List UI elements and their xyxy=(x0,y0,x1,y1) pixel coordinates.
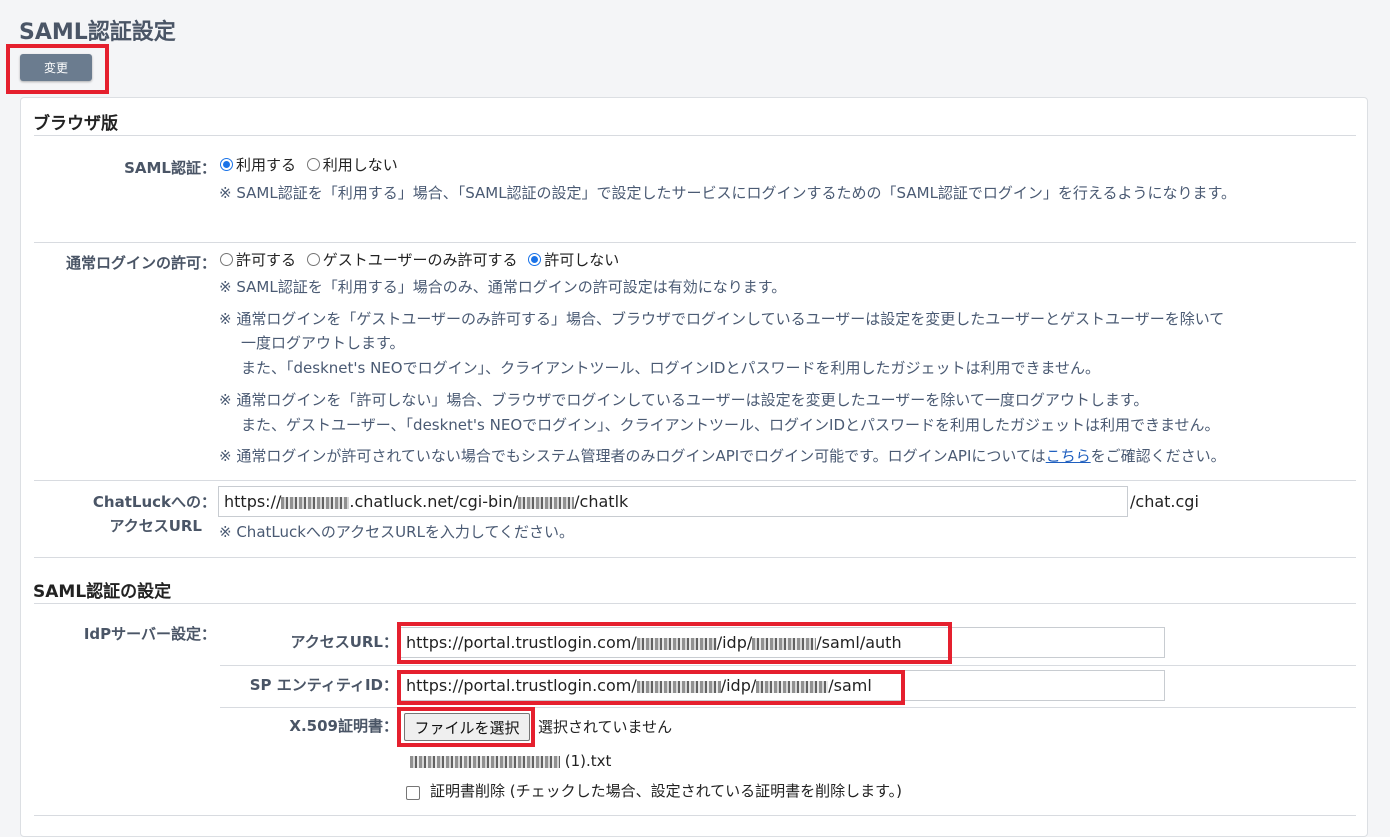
access-url-label: アクセスURL： xyxy=(290,633,398,651)
divider xyxy=(220,707,1356,708)
normal-login-option-allow[interactable]: 許可する xyxy=(220,251,296,269)
saml-auth-label: SAML認証： xyxy=(124,159,216,177)
file-status: 選択されていません xyxy=(538,718,673,736)
browser-section-title: ブラウザ版 xyxy=(33,114,118,134)
normal-login-option-deny[interactable]: 許可しない xyxy=(528,251,619,269)
divider xyxy=(34,480,1356,481)
normal-login-options: 許可する ゲストユーザーのみ許可する 許可しない xyxy=(220,250,625,270)
saml-auth-options: 利用する 利用しない xyxy=(220,155,404,175)
login-api-link[interactable]: こちら xyxy=(1046,447,1091,465)
saml-auth-note: ※ SAML認証を「利用する」場合、「SAML認証の設定」で設定したサービスにロ… xyxy=(219,184,1236,202)
radio-checked-icon[interactable] xyxy=(220,158,233,171)
chatluck-url-input[interactable]: https://.chatluck.net/cgi-bin//chatlk xyxy=(218,486,1128,517)
cert-delete-checkbox[interactable] xyxy=(406,786,420,800)
current-cert-file: (1).txt xyxy=(410,751,611,771)
saml-settings-title: SAML認証の設定 xyxy=(33,582,172,602)
normal-login-note-3b: また、ゲストユーザー、「desknet's NEOでログイン」、クライアントツー… xyxy=(241,416,1220,434)
page-title: SAML認証設定 xyxy=(19,20,176,45)
idp-server-label: IdPサーバー設定： xyxy=(83,625,216,643)
normal-login-note-3: ※ 通常ログインを「許可しない」場合、ブラウザでログインしているユーザーは設定を… xyxy=(219,391,1149,409)
saml-auth-option-not-use[interactable]: 利用しない xyxy=(306,156,398,174)
redacted-text xyxy=(410,755,560,768)
normal-login-note-1: ※ SAML認証を「利用する」場合のみ、通常ログインの許可設定は有効になります。 xyxy=(219,278,787,296)
radio-checked-icon[interactable] xyxy=(528,253,542,266)
chatluck-note: ※ ChatLuckへのアクセスURLを入力してください。 xyxy=(219,523,575,541)
saml-auth-option-use[interactable]: 利用する xyxy=(220,156,296,174)
cert-label: X.509証明書： xyxy=(289,717,398,735)
redacted-text xyxy=(281,496,350,509)
normal-login-note-2: ※ 通常ログインを「ゲストユーザーのみ許可する」場合、ブラウザでログインしている… xyxy=(219,310,1225,328)
access-url-highlight xyxy=(397,622,952,664)
normal-login-note-2c: また、「desknet's NEOでログイン」、クライアントツール、ログインID… xyxy=(241,359,1101,377)
normal-login-note-2b: 一度ログアウトします。 xyxy=(241,334,405,352)
normal-login-option-guest-only[interactable]: ゲストユーザーのみ許可する xyxy=(306,251,518,269)
sp-entity-label: SP エンティティID： xyxy=(249,676,398,694)
divider xyxy=(34,557,1356,558)
sp-entity-highlight xyxy=(397,670,905,705)
redacted-text xyxy=(518,496,575,509)
divider xyxy=(34,603,1356,604)
cert-delete-label: 証明書削除 (チェックした場合、設定されている証明書を削除します。) xyxy=(430,782,903,800)
change-button[interactable]: 変更 xyxy=(20,54,92,81)
radio-icon[interactable] xyxy=(306,158,320,171)
divider xyxy=(34,135,1356,136)
normal-login-label: 通常ログインの許可： xyxy=(65,254,216,272)
chatluck-url-suffix: /chat.cgi xyxy=(1130,492,1199,511)
normal-login-note-4: ※ 通常ログインが許可されていない場合でもシステム管理者のみログインAPIでログ… xyxy=(219,447,1226,465)
chatluck-label: ChatLuckへの： アクセスURL xyxy=(92,493,216,535)
divider xyxy=(220,665,1356,666)
radio-icon[interactable] xyxy=(306,253,320,266)
divider xyxy=(34,815,1356,816)
divider xyxy=(34,242,1356,243)
radio-icon[interactable] xyxy=(220,253,233,266)
choose-file-highlight xyxy=(397,707,535,747)
